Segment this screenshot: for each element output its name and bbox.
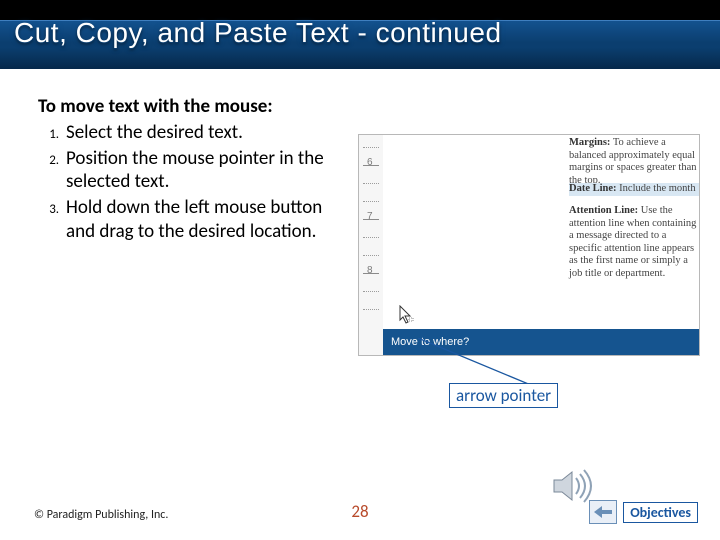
body-text: To move text with the mouse: Select the … [38, 96, 338, 246]
para-body: Use the attention line when containing a… [569, 205, 696, 279]
objective-group: Objectives [589, 500, 698, 524]
para-heading: Attention Line: [569, 205, 638, 216]
word-screenshot: 6 7 8 Margins: To achieve a balanced app… [358, 134, 700, 356]
title-bar: Cut, Copy, and Paste Text - continued [0, 20, 720, 70]
ruler-number: 6 [367, 157, 373, 168]
document-page: Margins: To achieve a balanced approxima… [383, 135, 699, 329]
slide: Cut, Copy, and Paste Text - continued To… [0, 0, 720, 540]
steps-list: Select the desired text. Position the mo… [38, 121, 338, 246]
arrow-left-icon [594, 506, 612, 518]
ruler-number: 8 [367, 265, 373, 276]
cursor-icon [399, 305, 415, 325]
status-text: Move to where? [391, 336, 469, 348]
para-body: Include the month [619, 183, 695, 194]
callout-label: arrow pointer [449, 383, 558, 408]
para-heading: Date Line: [569, 183, 617, 194]
slide-title: Cut, Copy, and Paste Text - continued [14, 17, 502, 49]
para-heading: Margins: [569, 137, 610, 148]
vertical-ruler: 6 7 8 [359, 135, 384, 355]
step-1: Select the desired text. [62, 121, 338, 147]
ruler-number: 7 [367, 211, 373, 222]
intro-text: To move text with the mouse: [38, 96, 338, 119]
speaker-icon [550, 468, 594, 504]
step-3: Hold down the left mouse button and drag… [62, 196, 338, 246]
objectives-button[interactable]: Objectives [623, 502, 698, 523]
step-2: Position the mouse pointer in the select… [62, 147, 338, 197]
word-status-bar: Move to where? [383, 329, 699, 355]
back-button[interactable] [589, 500, 617, 524]
